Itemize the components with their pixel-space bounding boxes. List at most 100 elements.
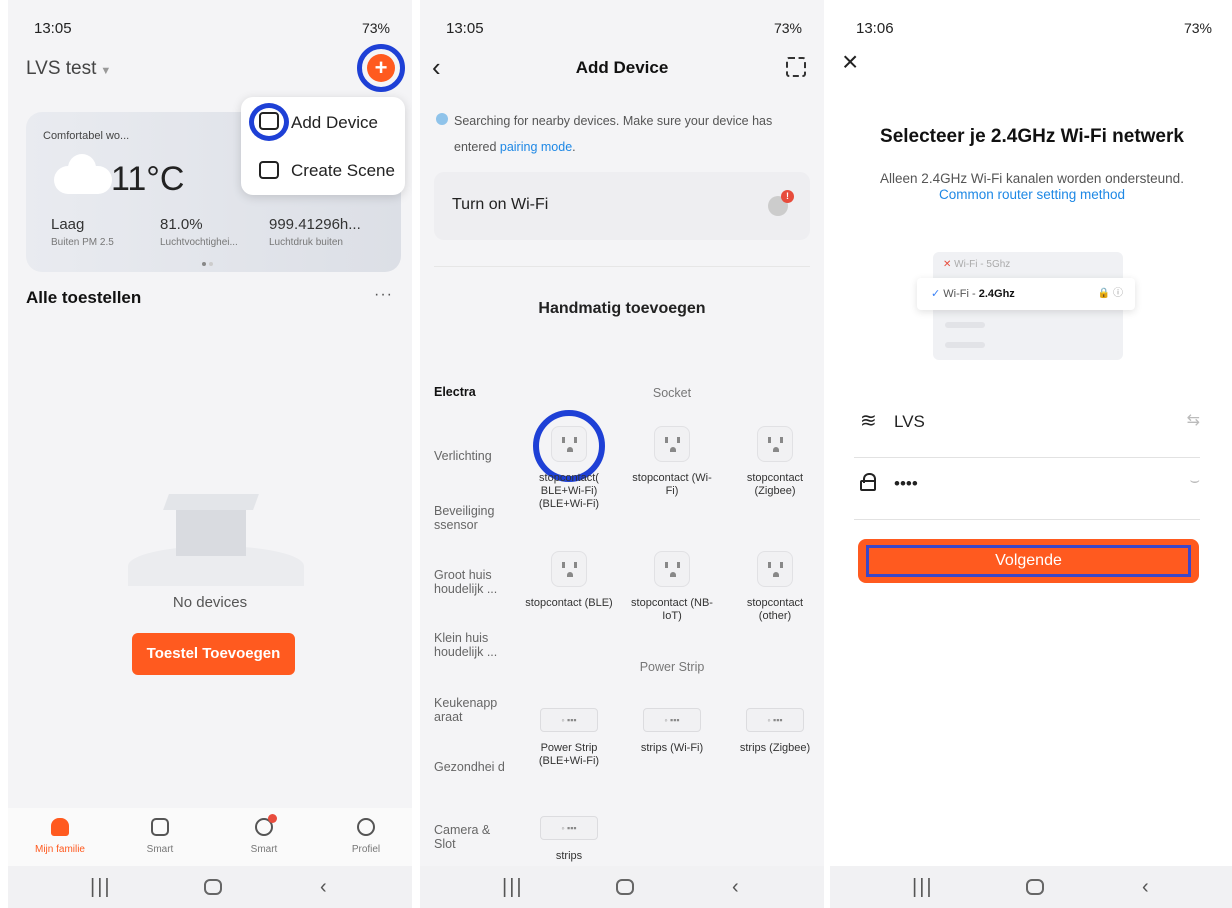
searching-icon: [436, 113, 448, 125]
category-item[interactable]: Klein huis houdelijk ...: [434, 631, 514, 659]
next-button[interactable]: Volgende: [858, 539, 1199, 583]
device-option[interactable]: stopcontact (other): [730, 551, 820, 623]
home-button-icon[interactable]: [616, 879, 634, 895]
home-button-icon[interactable]: [204, 879, 222, 895]
router-setting-link[interactable]: Common router setting method: [830, 187, 1232, 202]
status-time: 13:05: [34, 20, 72, 37]
device-option[interactable]: stopcontact (NB-IoT): [627, 551, 717, 623]
tab-label: Mijn familie: [34, 844, 85, 855]
category-item[interactable]: Camera & Slot: [434, 823, 514, 851]
device-label: stopcontact (Zigbee): [746, 472, 804, 497]
device-label: stopcontact (NB-IoT): [631, 597, 713, 622]
home-button-icon[interactable]: [1026, 879, 1044, 895]
empty-state-text: No devices: [172, 594, 248, 611]
tab-home[interactable]: Mijn familie: [20, 818, 100, 855]
next-button-label: Volgende: [866, 545, 1191, 577]
system-nav-bar: ||| ‹: [8, 866, 412, 908]
status-battery: 73%: [1183, 20, 1212, 36]
device-option[interactable]: ◦ ▪▪▪ strips (Zigbee): [730, 704, 820, 755]
device-option[interactable]: stopcontact (Zigbee): [730, 426, 820, 498]
device-option[interactable]: ◦ ▪▪▪ strips: [524, 812, 614, 863]
status-bar: 13:06 73%: [830, 0, 1232, 56]
eye-closed-icon[interactable]: ⌣: [1189, 472, 1200, 490]
checkbox-icon: [151, 818, 169, 836]
recent-apps-icon[interactable]: |||: [912, 876, 934, 899]
add-plus-button[interactable]: +: [367, 54, 395, 82]
device-label: strips (Zigbee): [739, 742, 811, 754]
tab-smart[interactable]: Smart: [120, 818, 200, 855]
wifi-card-label: Turn on Wi-Fi: [452, 196, 549, 213]
metric-value: 999.41296h...: [269, 216, 361, 233]
metric-value: 81.0%: [160, 216, 203, 233]
tab-smart-2[interactable]: Smart: [224, 814, 304, 855]
weather-metric: 81.0% Luchtvochtighei...: [160, 216, 238, 248]
power-strip-icon: ◦ ▪▪▪: [643, 708, 701, 732]
check-icon: ✓: [931, 288, 941, 300]
category-item[interactable]: Gezondhei d: [434, 760, 514, 774]
caret-down-icon: ▼: [100, 65, 112, 77]
system-nav-bar: ||| ‹: [830, 866, 1232, 908]
socket-icon: [551, 426, 587, 462]
device-label: stopcontact (Wi-Fi): [632, 472, 712, 497]
category-item[interactable]: Groot huis houdelijk ...: [434, 568, 514, 596]
power-strip-icon: ◦ ▪▪▪: [746, 708, 804, 732]
family-selector[interactable]: LVS test ▼: [26, 58, 111, 80]
smart-icon: [255, 814, 277, 836]
page-indicator: [202, 253, 216, 266]
category-item[interactable]: Keukenapp araat: [434, 696, 514, 724]
weather-location: Comfortabel wo...: [43, 130, 130, 142]
more-menu-icon[interactable]: ···: [374, 286, 393, 304]
back-icon[interactable]: ‹: [1142, 876, 1149, 899]
status-time: 13:06: [856, 20, 894, 37]
category-item[interactable]: Electra: [434, 385, 514, 399]
device-option[interactable]: stopcontact (BLE): [524, 551, 614, 610]
back-icon[interactable]: ‹: [732, 876, 739, 899]
tab-profile[interactable]: Profiel: [326, 818, 406, 855]
metric-value: Laag: [51, 216, 85, 233]
cloud-icon: [54, 154, 112, 194]
device-label: strips: [555, 850, 583, 862]
recent-apps-icon[interactable]: |||: [502, 876, 524, 899]
weather-temperature: 11°C: [111, 160, 185, 198]
ssid-value: LVS: [894, 412, 925, 431]
category-item[interactable]: Beveiliging ssensor: [434, 504, 514, 532]
status-bar: 13:05 73%: [8, 0, 412, 56]
phone-home-screen: 13:05 73% LVS test ▼ + Comfortabel wo... …: [8, 0, 412, 908]
power-strip-icon: ◦ ▪▪▪: [540, 816, 598, 840]
tab-label: Profiel: [351, 844, 381, 855]
tab-label: Smart: [146, 844, 174, 855]
section-title: Handmatig toevoegen: [538, 300, 706, 317]
password-field[interactable]: •••• ⌣: [854, 460, 1200, 520]
menu-item-create-scene[interactable]: Create Scene: [291, 161, 395, 181]
bottom-tab-bar: Mijn familie Smart Smart Profiel: [8, 808, 412, 866]
status-time: 13:05: [446, 20, 484, 37]
device-option[interactable]: ◦ ▪▪▪ strips (Wi-Fi): [627, 704, 717, 755]
menu-item-add-device[interactable]: Add Device: [291, 113, 378, 133]
power-strip-icon: ◦ ▪▪▪: [540, 708, 598, 732]
search-hint: Searching for nearby devices. Make sure …: [454, 108, 794, 160]
socket-icon: [654, 551, 690, 587]
back-icon[interactable]: ‹: [320, 876, 327, 899]
device-option[interactable]: stopcontact (Wi-Fi): [627, 426, 717, 498]
group-header: Socket: [652, 386, 692, 400]
phone-wifi-select-screen: 13:06 73% × Selecteer je 2.4GHz Wi-Fi ne…: [830, 0, 1232, 908]
illus-24g-prefix: Wi-Fi -: [943, 288, 979, 300]
metric-label: Buiten PM 2.5: [51, 237, 114, 248]
notification-dot: [268, 814, 277, 823]
ssid-field[interactable]: ≋ LVS ⇆: [854, 398, 1200, 458]
scan-icon[interactable]: [786, 57, 806, 77]
illus-24g-label: 2.4Ghz: [978, 288, 1015, 300]
socket-icon: [757, 551, 793, 587]
turn-on-wifi-card[interactable]: Turn on Wi-Fi !: [434, 172, 810, 240]
switch-network-icon[interactable]: ⇆: [1187, 410, 1200, 430]
pairing-mode-link[interactable]: pairing mode: [500, 140, 572, 154]
home-icon: [51, 818, 69, 836]
empty-box-illustration: [128, 460, 304, 590]
device-option[interactable]: stopcontact( BLE+Wi-Fi) (BLE+Wi-Fi): [524, 426, 614, 511]
add-device-button[interactable]: Toestel Toevoegen: [132, 633, 295, 675]
recent-apps-icon[interactable]: |||: [90, 876, 112, 899]
device-option[interactable]: ◦ ▪▪▪ Power Strip (BLE+Wi-Fi): [524, 704, 614, 768]
password-value: ••••: [894, 474, 918, 493]
close-icon[interactable]: ×: [842, 46, 858, 78]
category-item[interactable]: Verlichting: [434, 449, 514, 463]
